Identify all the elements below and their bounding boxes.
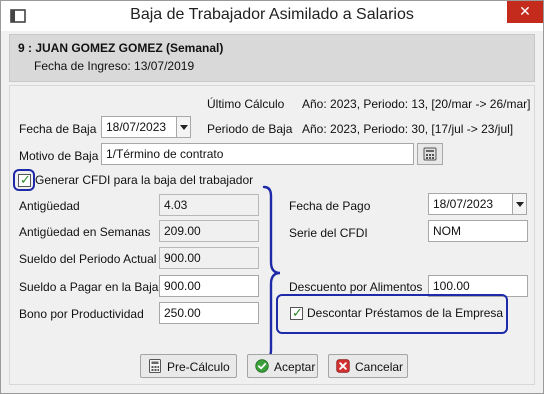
fecha-baja-dropdown-icon[interactable] <box>176 116 191 138</box>
descuento-alimentos-label: Descuento por Alimentos <box>289 280 423 294</box>
fecha-pago-label: Fecha de Pago <box>289 199 371 213</box>
generar-cfdi-label: Generar CFDI para la baja del trabajador <box>35 173 254 187</box>
precalculo-label: Pre-Cálculo <box>167 360 230 374</box>
cancel-icon <box>336 359 350 373</box>
title-bar: Baja de Trabajador Asimilado a Salarios … <box>1 1 543 31</box>
employee-header: 9 : JUAN GOMEZ GOMEZ (Semanal) Fecha de … <box>9 34 535 82</box>
calculator-icon <box>149 359 161 373</box>
ultimo-calculo-label: Último Cálculo <box>207 97 285 111</box>
cancelar-button[interactable]: Cancelar <box>328 354 408 378</box>
fecha-pago-dropdown-icon[interactable] <box>512 193 527 215</box>
bono-productividad-field[interactable]: 250.00 <box>159 302 259 324</box>
cancelar-label: Cancelar <box>355 360 404 374</box>
bono-productividad-label: Bono por Productividad <box>19 307 144 321</box>
calculator-icon <box>423 147 437 161</box>
antiguedad-field: 4.03 <box>159 194 259 216</box>
sueldo-pagar-label: Sueldo a Pagar en la Baja <box>19 280 159 294</box>
employee-name: 9 : JUAN GOMEZ GOMEZ (Semanal) <box>18 41 224 55</box>
serie-cfdi-field[interactable]: NOM <box>428 220 528 242</box>
generar-cfdi-checkbox[interactable]: ✓ <box>18 172 31 187</box>
dialog-window: Baja de Trabajador Asimilado a Salarios … <box>0 0 544 394</box>
descontar-prestamos-label: Descontar Préstamos de la Empresa <box>307 306 504 320</box>
periodo-baja-label: Periodo de Baja <box>207 122 293 136</box>
accept-icon <box>255 359 269 373</box>
checkmark-icon: ✓ <box>20 172 31 187</box>
fecha-pago-field[interactable]: 18/07/2023 <box>428 193 513 215</box>
motivo-lookup-button[interactable] <box>417 143 443 165</box>
motivo-baja-label: Motivo de Baja <box>19 149 99 163</box>
fecha-baja-field[interactable]: 18/07/2023 <box>101 116 177 138</box>
group-brace <box>262 185 281 361</box>
sueldo-pagar-field[interactable]: 900.00 <box>159 275 259 297</box>
aceptar-label: Aceptar <box>274 360 316 374</box>
aceptar-button[interactable]: Aceptar <box>247 354 318 378</box>
window-title: Baja de Trabajador Asimilado a Salarios <box>130 6 414 23</box>
hire-date: Fecha de Ingreso: 13/07/2019 <box>34 59 195 73</box>
sueldo-periodo-label: Sueldo del Periodo Actual <box>19 252 157 266</box>
sueldo-periodo-field: 900.00 <box>159 247 259 269</box>
antiguedad-semanas-label: Antigüedad en Semanas <box>19 225 151 239</box>
ultimo-calculo-value: Año: 2023, Periodo: 13, [20/mar -> 26/ma… <box>302 97 531 111</box>
precalculo-button[interactable]: Pre-Cálculo <box>140 354 237 378</box>
serie-cfdi-label: Serie del CFDI <box>289 226 368 240</box>
motivo-baja-field[interactable]: 1/Término de contrato <box>101 143 414 165</box>
antiguedad-semanas-field: 209.00 <box>159 220 259 242</box>
form-panel: Último Cálculo Año: 2023, Periodo: 13, [… <box>9 85 535 385</box>
periodo-baja-value: Año: 2023, Periodo: 30, [17/jul -> 23/ju… <box>302 122 514 136</box>
fecha-baja-label: Fecha de Baja <box>19 122 97 136</box>
checkmark-icon: ✓ <box>292 305 303 320</box>
close-button[interactable]: ✕ <box>507 1 543 23</box>
antiguedad-label: Antigüedad <box>19 199 80 213</box>
descontar-prestamos-checkbox[interactable]: ✓ <box>290 305 303 320</box>
